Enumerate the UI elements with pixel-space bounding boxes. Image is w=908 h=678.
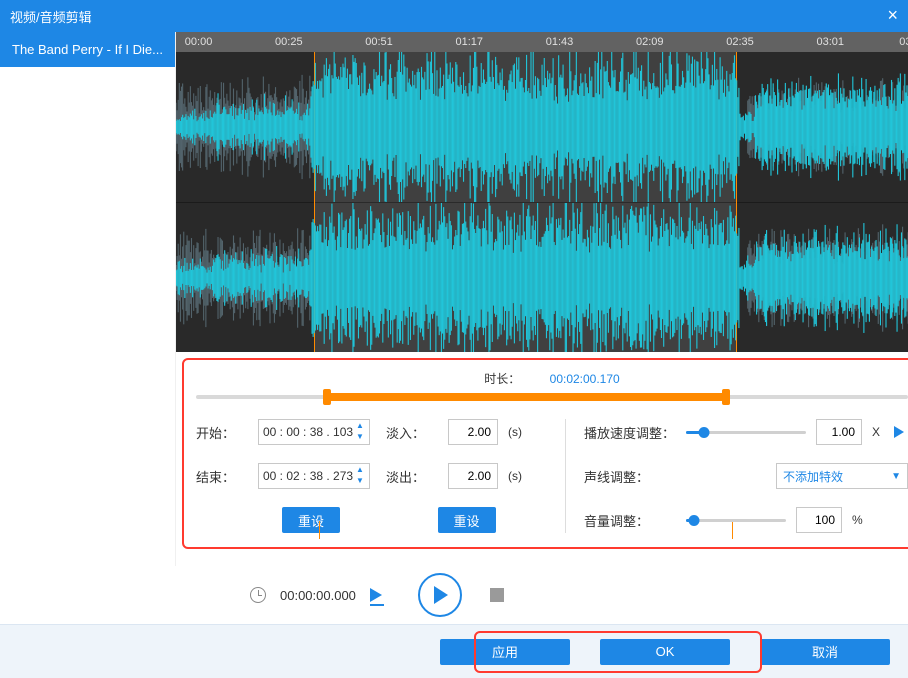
speed-slider[interactable] [686,424,806,440]
ruler-tick: 02:09 [636,36,664,48]
fadein-label: 淡入： [386,423,438,442]
fadeout-label: 淡出： [386,467,438,486]
volume-slider[interactable] [686,512,786,528]
sidebar-item[interactable]: The Band Perry - If I Die... [0,32,175,67]
highlight-box [474,631,762,673]
ruler-tick: 00:25 [275,36,303,48]
trim-range-slider[interactable] [196,393,908,401]
ruler-tick: 00:51 [365,36,393,48]
file-list-sidebar: The Band Perry - If I Die... [0,32,176,566]
trim-end-handle[interactable] [722,389,730,405]
trim-controls-panel: 时长： 00:02:00.170 开始： 00 : 00 : 38 . 103 … [182,358,908,549]
reset-time-button[interactable]: 重设 [282,507,340,533]
clock-icon [250,587,266,603]
start-label: 开始： [196,423,248,442]
close-icon[interactable]: × [887,5,898,26]
window-title: 视频/音频剪辑 [10,7,92,26]
ruler-tick: 02:35 [726,36,754,48]
fadeout-input[interactable] [448,463,498,489]
title-bar: 视频/音频剪辑 × [0,0,908,32]
ruler-tick: 01:17 [456,36,484,48]
preview-speed-icon[interactable] [890,423,908,441]
speed-input[interactable] [816,419,862,445]
trim-start-handle[interactable] [323,389,331,405]
spin-up-icon[interactable]: ▲ [353,421,367,432]
start-time-input[interactable]: 00 : 00 : 38 . 103 ▲▼ [258,419,370,445]
spin-down-icon[interactable]: ▼ [353,476,367,487]
reset-fade-button[interactable]: 重设 [438,507,496,533]
volume-label: 音量调整： [584,511,676,530]
chevron-down-icon: ▼ [891,471,901,482]
spin-down-icon[interactable]: ▼ [353,432,367,443]
spin-up-icon[interactable]: ▲ [353,465,367,476]
duration-readout: 时长： 00:02:00.170 [196,370,908,387]
dialog-footer: 应用 OK 取消 [0,624,908,678]
ruler-tick: 00:00 [185,36,213,48]
play-button[interactable] [418,573,462,617]
playback-timecode: 00:00:00.000 [280,588,356,603]
volume-input[interactable] [796,507,842,533]
voice-label: 声线调整： [584,467,676,486]
end-time-input[interactable]: 00 : 02 : 38 . 273 ▲▼ [258,463,370,489]
stop-button[interactable] [490,588,504,602]
cancel-button[interactable]: 取消 [760,639,890,665]
playback-bar: 00:00:00.000 [0,566,908,624]
ruler-tick: 03:27 [899,36,908,48]
time-ruler: 00:00 00:25 00:51 01:17 01:43 02:09 02:3… [176,32,908,52]
speed-label: 播放速度调整： [584,423,676,442]
ruler-tick: 03:01 [816,36,844,48]
voice-effect-select[interactable]: 不添加特效 ▼ [776,463,908,489]
goto-mark-button[interactable] [370,586,392,604]
ruler-tick: 01:43 [546,36,574,48]
fadein-input[interactable] [448,419,498,445]
waveform-display[interactable] [176,52,908,352]
end-label: 结束： [196,467,248,486]
